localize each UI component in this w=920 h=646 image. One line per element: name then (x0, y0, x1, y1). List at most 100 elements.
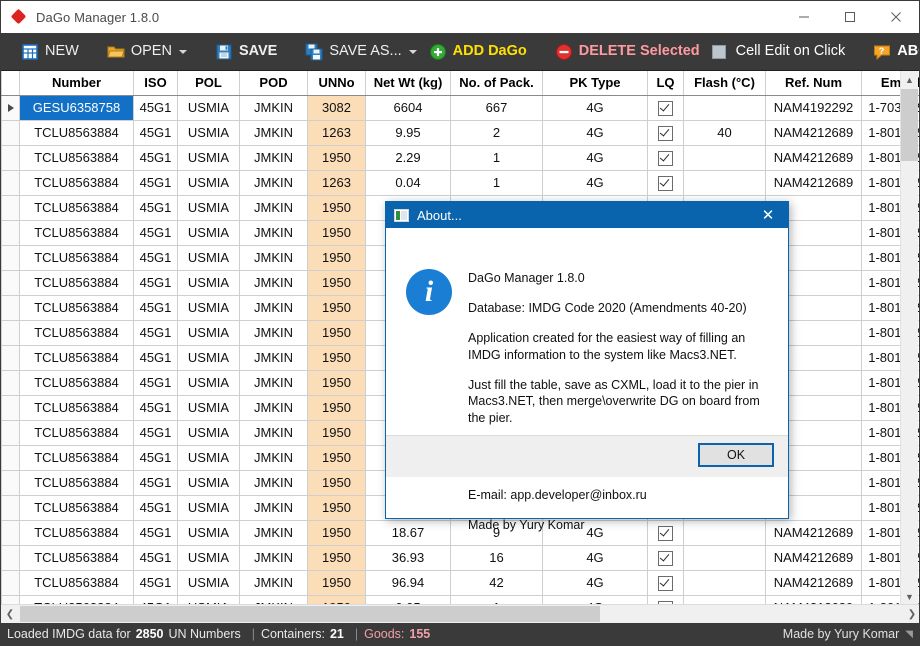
cell-flash[interactable]: 40 (683, 119, 766, 146)
cell-unno[interactable]: 1950 (307, 419, 366, 446)
cell-net-wt[interactable]: 0.04 (365, 169, 451, 196)
cell-iso[interactable]: 45G1 (133, 444, 178, 471)
cell-flash[interactable] (683, 169, 766, 196)
table-row[interactable]: TCLU8563884 45G1 USMIA JMKIN 1950 96.94 42 4G NA… (1, 569, 919, 596)
save-button[interactable]: SAVE (209, 33, 283, 71)
cell-number[interactable]: TCLU8563884 (19, 269, 134, 296)
row-selector[interactable] (1, 244, 20, 271)
cell-pol[interactable]: USMIA (177, 319, 240, 346)
cell-number[interactable]: GESU6358758 (19, 94, 134, 121)
cell-pod[interactable]: JMKIN (239, 494, 308, 521)
row-selector[interactable] (1, 94, 20, 121)
cell-flash[interactable] (683, 94, 766, 121)
cell-pod[interactable]: JMKIN (239, 144, 308, 171)
cell-pol[interactable]: USMIA (177, 469, 240, 496)
about-button[interactable]: ? ABOUT (867, 33, 919, 71)
table-row[interactable]: TCLU8563884 45G1 USMIA JMKIN 1263 0.04 1 4G NAM4… (1, 169, 919, 196)
cell-number[interactable]: TCLU8563884 (19, 219, 134, 246)
cell-number[interactable]: TCLU8563884 (19, 469, 134, 496)
cell-iso[interactable]: 45G1 (133, 219, 178, 246)
column-header-lq[interactable]: LQ (647, 71, 684, 96)
cell-iso[interactable]: 45G1 (133, 544, 178, 571)
cell-iso[interactable]: 45G1 (133, 519, 178, 546)
cell-pod[interactable]: JMKIN (239, 119, 308, 146)
cell-pol[interactable]: USMIA (177, 494, 240, 521)
cell-pol[interactable]: USMIA (177, 144, 240, 171)
row-selector[interactable] (1, 344, 20, 371)
scroll-down-icon[interactable]: ▼ (901, 588, 918, 605)
row-selector[interactable] (1, 469, 20, 496)
horizontal-scroll-thumb[interactable] (20, 606, 600, 622)
ok-button[interactable]: OK (698, 443, 774, 467)
cell-pol[interactable]: USMIA (177, 394, 240, 421)
cell-pod[interactable]: JMKIN (239, 419, 308, 446)
cell-ref-num[interactable]: NAM4212689 (765, 569, 862, 596)
row-selector[interactable] (1, 269, 20, 296)
cell-pod[interactable]: JMKIN (239, 169, 308, 196)
cell-no-of-pack[interactable]: 667 (450, 94, 543, 121)
cell-pk-type[interactable]: 4G (542, 144, 648, 171)
cell-number[interactable]: TCLU8563884 (19, 394, 134, 421)
row-selector[interactable] (1, 519, 20, 546)
cell-net-wt[interactable]: 9.95 (365, 119, 451, 146)
cell-pod[interactable]: JMKIN (239, 219, 308, 246)
column-header-pk-type[interactable]: PK Type (542, 71, 648, 96)
cell-pol[interactable]: USMIA (177, 569, 240, 596)
row-selector[interactable] (1, 169, 20, 196)
cell-number[interactable]: TCLU8563884 (19, 244, 134, 271)
cell-unno[interactable]: 1263 (307, 119, 366, 146)
cell-number[interactable]: TCLU8563884 (19, 294, 134, 321)
cell-number[interactable]: TCLU8563884 (19, 419, 134, 446)
checkbox-checked-icon[interactable] (658, 125, 673, 141)
cell-pod[interactable]: JMKIN (239, 444, 308, 471)
cell-pod[interactable]: JMKIN (239, 94, 308, 121)
cell-net-wt[interactable]: 96.94 (365, 569, 451, 596)
column-header-number[interactable]: Number (19, 71, 134, 96)
cell-unno[interactable]: 1950 (307, 294, 366, 321)
cell-pol[interactable]: USMIA (177, 544, 240, 571)
cell-iso[interactable]: 45G1 (133, 94, 178, 121)
cell-unno[interactable]: 1950 (307, 569, 366, 596)
dialog-close-icon[interactable]: ✕ (748, 202, 788, 228)
cell-iso[interactable]: 45G1 (133, 194, 178, 221)
cell-pod[interactable]: JMKIN (239, 369, 308, 396)
cell-lq[interactable] (647, 119, 684, 146)
cell-unno[interactable]: 1950 (307, 269, 366, 296)
add-dago-button[interactable]: ADD DaGo (423, 33, 533, 71)
cell-pol[interactable]: USMIA (177, 119, 240, 146)
cell-pod[interactable]: JMKIN (239, 344, 308, 371)
cell-unno[interactable]: 1950 (307, 244, 366, 271)
cell-no-of-pack[interactable]: 42 (450, 569, 543, 596)
row-selector[interactable] (1, 419, 20, 446)
cell-ref-num[interactable]: NAM4192292 (765, 94, 862, 121)
table-row[interactable]: TCLU8563884 45G1 USMIA JMKIN 1263 9.95 2 4G 40 NA… (1, 119, 919, 146)
column-header-unno[interactable]: UNNo (307, 71, 366, 96)
cell-pod[interactable]: JMKIN (239, 569, 308, 596)
cell-pol[interactable]: USMIA (177, 269, 240, 296)
cell-iso[interactable]: 45G1 (133, 344, 178, 371)
cell-number[interactable]: TCLU8563884 (19, 519, 134, 546)
cell-net-wt[interactable]: 6604 (365, 94, 451, 121)
checkbox-checked-icon[interactable] (658, 150, 673, 166)
cell-iso[interactable]: 45G1 (133, 394, 178, 421)
cell-ref-num[interactable]: NAM4212689 (765, 519, 862, 546)
cell-iso[interactable]: 45G1 (133, 119, 178, 146)
cell-pol[interactable]: USMIA (177, 444, 240, 471)
cell-number[interactable]: TCLU8563884 (19, 494, 134, 521)
cell-flash[interactable] (683, 544, 766, 571)
cell-pod[interactable]: JMKIN (239, 319, 308, 346)
row-selector[interactable] (1, 144, 20, 171)
cell-lq[interactable] (647, 94, 684, 121)
horizontal-scrollbar[interactable]: ❮ ❯ (1, 604, 919, 623)
resize-grip-icon[interactable]: ◥ (905, 629, 913, 640)
open-button[interactable]: OPEN (101, 33, 193, 71)
column-header-pol[interactable]: POL (177, 71, 240, 96)
cell-net-wt[interactable]: 36.93 (365, 544, 451, 571)
cell-number[interactable]: TCLU8563884 (19, 119, 134, 146)
cell-net-wt[interactable]: 2.29 (365, 144, 451, 171)
cell-number[interactable]: TCLU8563884 (19, 569, 134, 596)
table-row[interactable]: TCLU8563884 45G1 USMIA JMKIN 1950 18.67 9 4G NAM… (1, 519, 919, 546)
cell-pol[interactable]: USMIA (177, 219, 240, 246)
cell-iso[interactable]: 45G1 (133, 319, 178, 346)
cell-pod[interactable]: JMKIN (239, 194, 308, 221)
